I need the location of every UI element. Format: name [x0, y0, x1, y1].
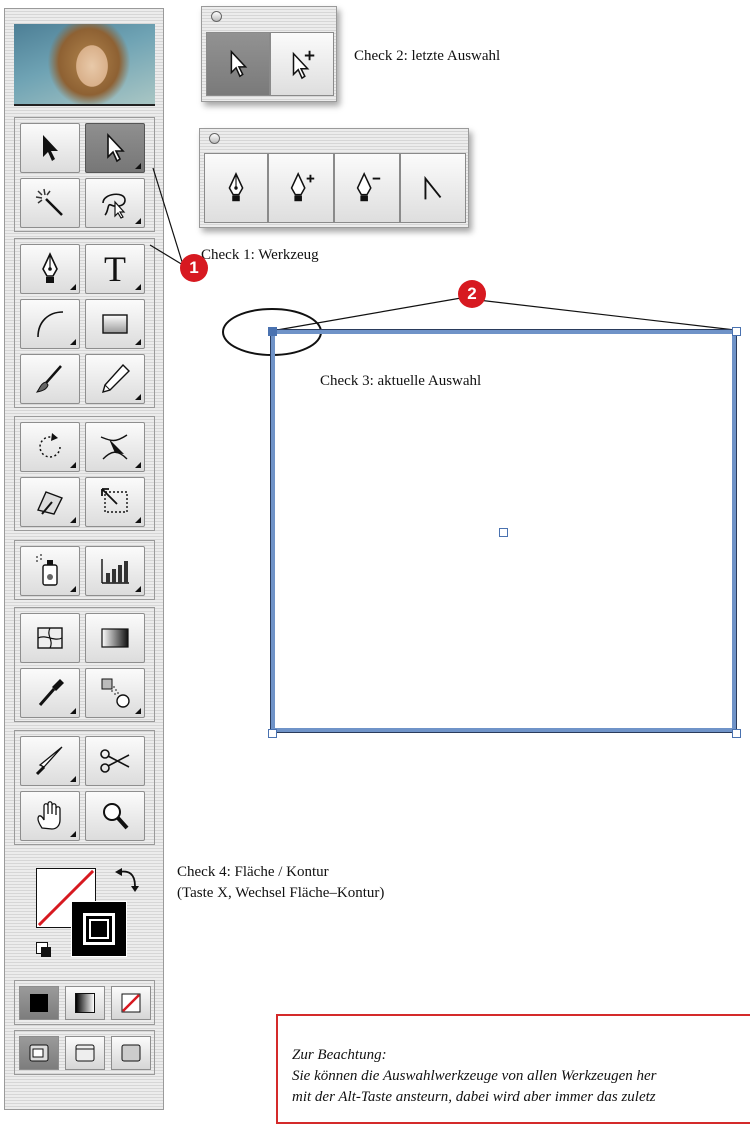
note-line-2: mit der Alt-Taste ansteurn, dabei wird a… — [292, 1089, 656, 1105]
anchor-point-bottom-left[interactable] — [268, 729, 277, 738]
callout-1-badge: 1 — [180, 254, 208, 282]
anchor-point-bottom-right[interactable] — [732, 729, 741, 738]
note-heading: Zur Beachtung: — [292, 1047, 387, 1063]
anchor-point-top-left[interactable] — [268, 327, 277, 336]
callout-2-badge: 2 — [458, 280, 486, 308]
note-line-1: Sie können die Auswahlwerkzeuge von alle… — [292, 1068, 657, 1084]
anchor-point-top-right[interactable] — [732, 327, 741, 336]
center-point[interactable] — [499, 528, 508, 537]
